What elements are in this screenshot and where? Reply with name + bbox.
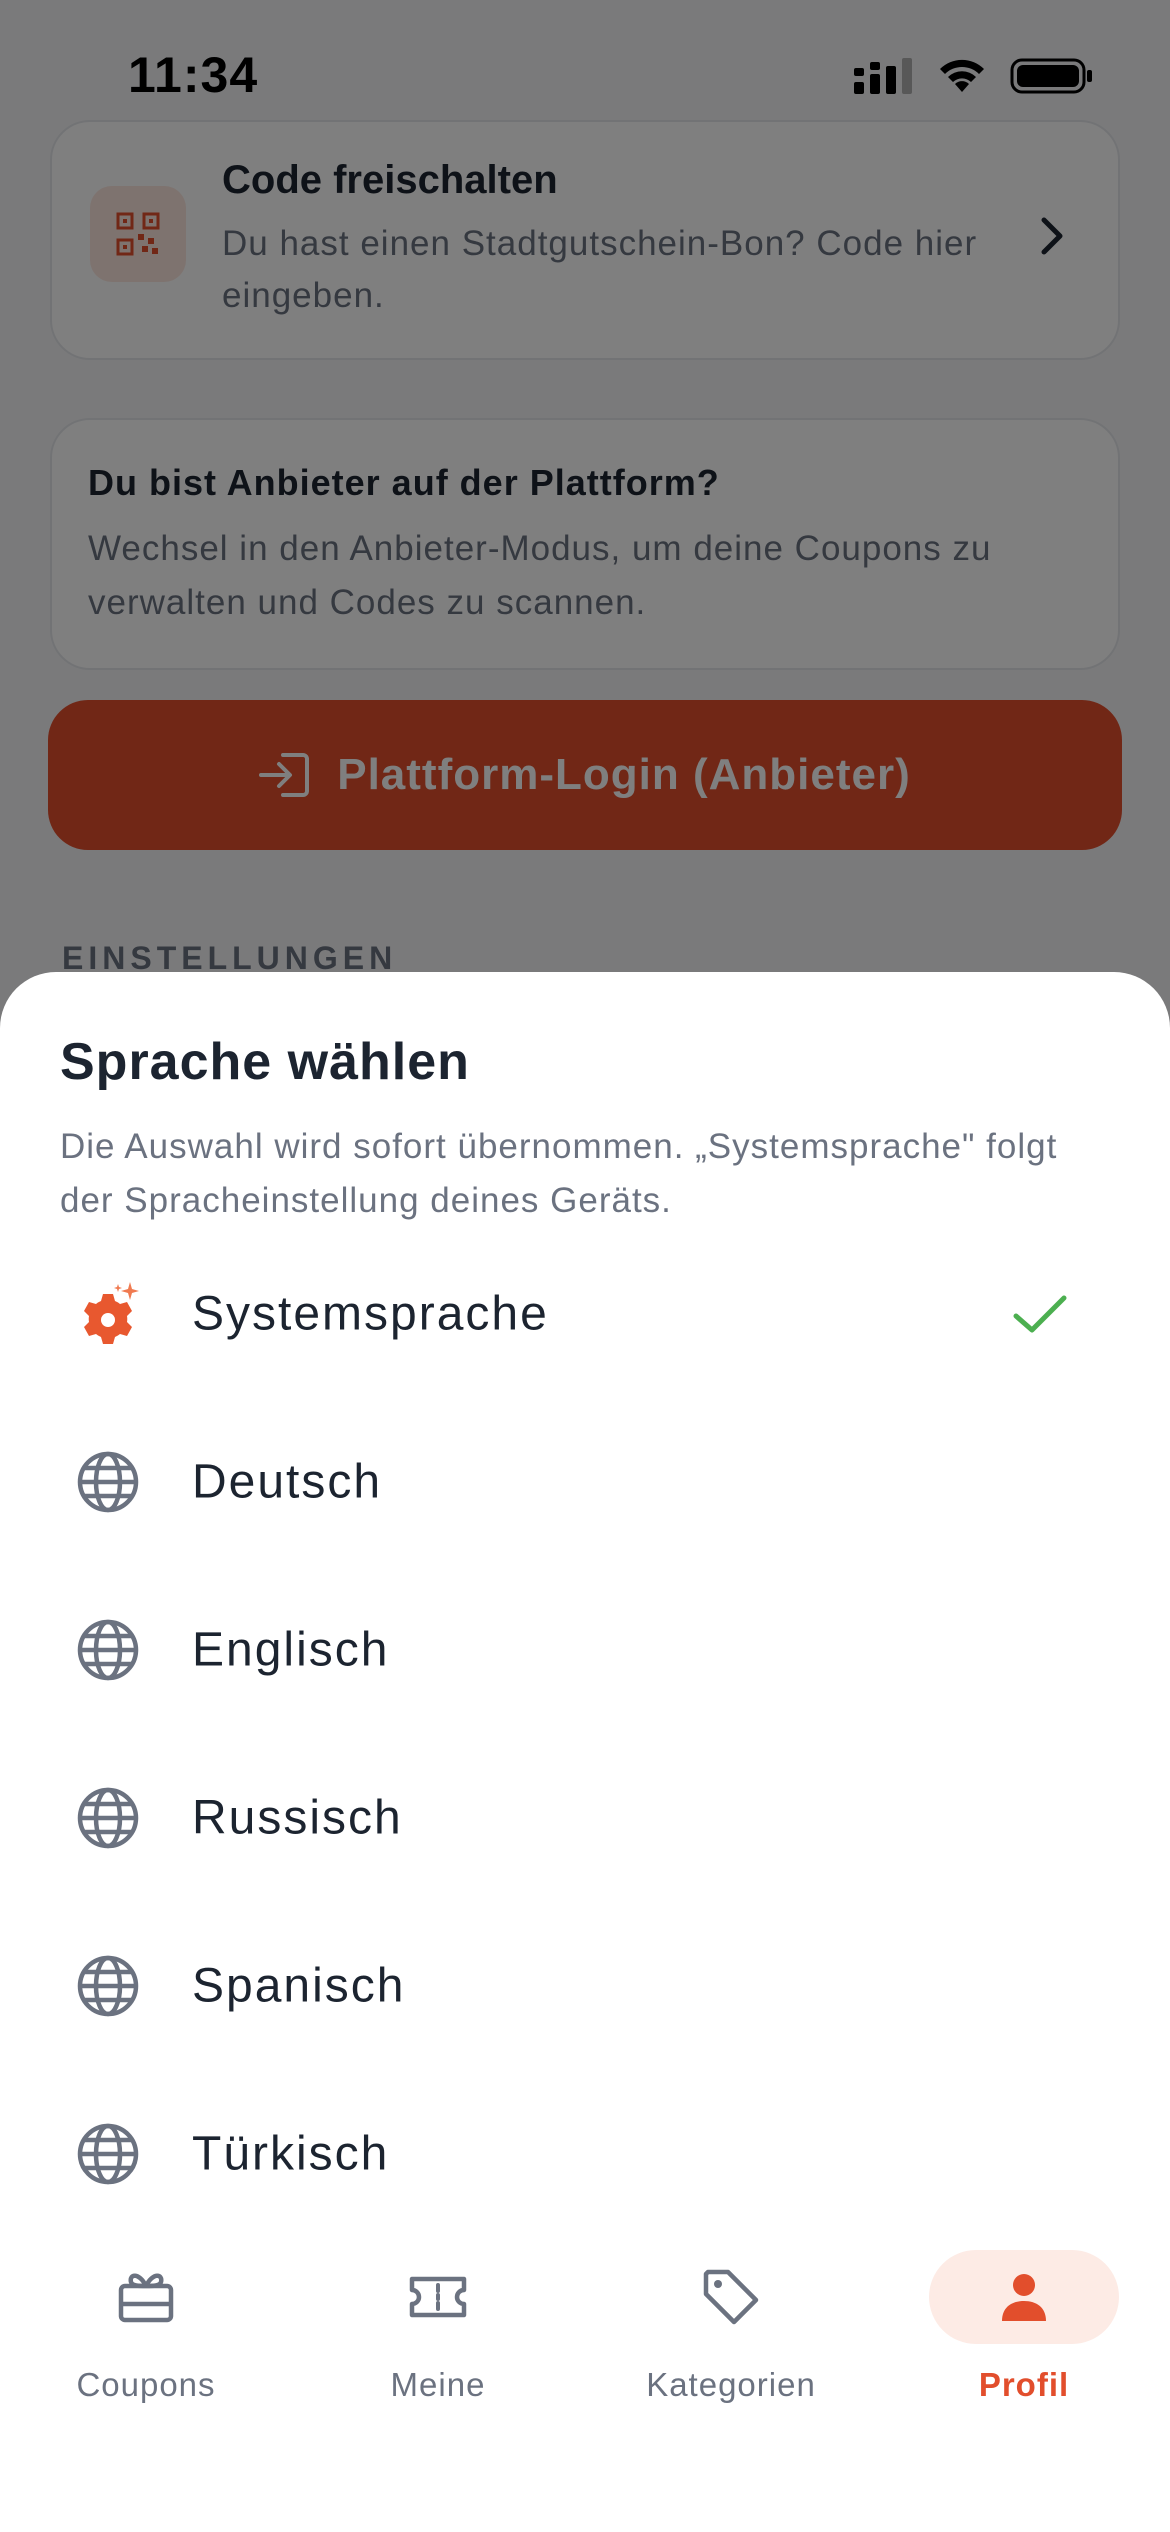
language-option-deutsch[interactable]: Deutsch bbox=[0, 1398, 1170, 1566]
tab-label: Profil bbox=[978, 2366, 1070, 2403]
language-label: Englisch bbox=[192, 1623, 390, 1677]
language-label: Russisch bbox=[192, 1791, 403, 1845]
tab-meine[interactable]: Meine bbox=[308, 2250, 568, 2430]
gift-icon bbox=[118, 2273, 174, 2323]
language-option-spanisch[interactable]: Spanisch bbox=[0, 1902, 1170, 2070]
person-icon bbox=[1002, 2274, 1046, 2321]
language-label: Spanisch bbox=[192, 1959, 406, 2013]
language-list: Systemsprache Deutsch Englisch Russisch … bbox=[0, 1230, 1170, 2238]
globe-icon bbox=[77, 1451, 139, 1513]
tab-label: Coupons bbox=[76, 2366, 216, 2403]
ticket-icon bbox=[409, 2276, 467, 2318]
sheet-title: Sprache wählen bbox=[60, 1033, 470, 1091]
globe-icon bbox=[77, 1955, 139, 2017]
language-option-tuerkisch[interactable]: Türkisch bbox=[0, 2070, 1170, 2238]
tab-profil[interactable]: Profil bbox=[894, 2250, 1154, 2430]
language-option-russisch[interactable]: Russisch bbox=[0, 1734, 1170, 1902]
gear-sparkle-icon bbox=[84, 1282, 139, 1344]
globe-icon bbox=[77, 1619, 139, 1681]
globe-icon bbox=[77, 2123, 139, 2185]
tab-label: Kategorien bbox=[646, 2366, 816, 2403]
language-label: Deutsch bbox=[192, 1455, 383, 1509]
tab-kategorien[interactable]: Kategorien bbox=[601, 2250, 861, 2430]
sheet-subtitle: Die Auswahl wird sofort übernommen. „Sys… bbox=[60, 1127, 1058, 1220]
tab-label: Meine bbox=[390, 2366, 486, 2403]
language-label: Türkisch bbox=[192, 2127, 390, 2181]
checkmark-icon bbox=[1013, 1295, 1067, 1333]
language-option-system[interactable]: Systemsprache bbox=[0, 1230, 1170, 1398]
tag-icon bbox=[703, 2269, 759, 2325]
language-option-englisch[interactable]: Englisch bbox=[0, 1566, 1170, 1734]
bottom-tab-bar: Coupons Meine Kategorien Profil bbox=[0, 2222, 1170, 2532]
tab-coupons[interactable]: Coupons bbox=[16, 2250, 276, 2430]
globe-icon bbox=[77, 1787, 139, 1849]
language-label: Systemsprache bbox=[192, 1287, 549, 1341]
